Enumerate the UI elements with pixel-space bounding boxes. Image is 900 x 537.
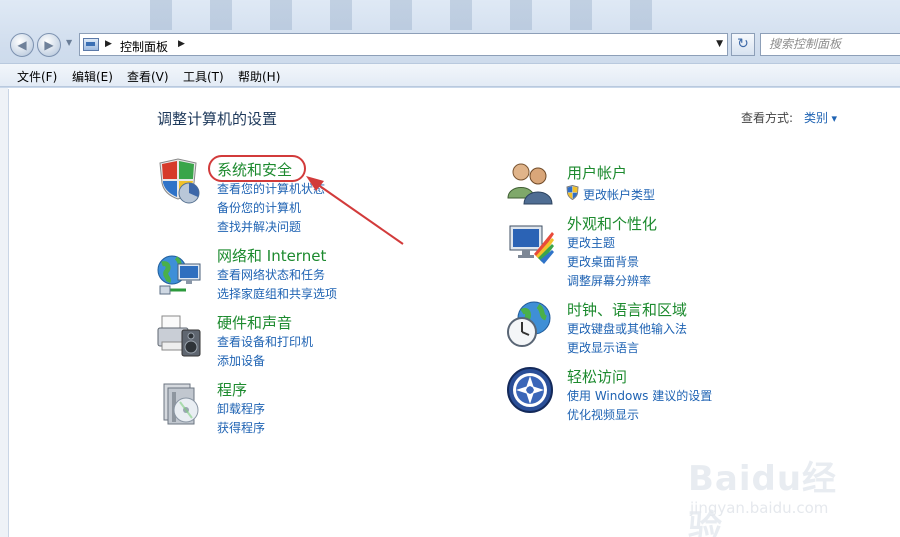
link-change-desktop-background[interactable]: 更改桌面背景 xyxy=(567,253,639,270)
category-clock-language-region[interactable]: 时钟、语言和区域 xyxy=(567,299,687,320)
category-user-accounts[interactable]: 用户帐户 xyxy=(567,162,627,183)
link-view-computer-status[interactable]: 查看您的计算机状态 xyxy=(217,180,325,197)
view-by-dropdown[interactable]: 类别 xyxy=(804,109,837,126)
menu-view[interactable]: 查看(V) xyxy=(127,68,169,85)
address-dropdown-icon[interactable]: ▼ xyxy=(716,39,723,49)
category-hardware-sound[interactable]: 硬件和声音 xyxy=(217,312,292,333)
category-appearance[interactable]: 外观和个性化 xyxy=(567,213,657,234)
link-change-theme[interactable]: 更改主题 xyxy=(567,234,615,251)
watermark-url: jingyan.baidu.com xyxy=(690,499,829,517)
refresh-icon[interactable]: ↻ xyxy=(731,33,755,56)
search-input[interactable]: 搜索控制面板 xyxy=(760,33,900,56)
link-uninstall-program[interactable]: 卸载程序 xyxy=(217,400,265,417)
link-optimize-video-display[interactable]: 优化视频显示 xyxy=(567,406,639,423)
breadcrumb-chevron-icon[interactable]: ▶ xyxy=(105,39,112,49)
network-globe-icon[interactable] xyxy=(156,250,204,298)
category-ease-of-access[interactable]: 轻松访问 xyxy=(567,366,627,387)
menu-bar: 文件(F) 编辑(E) 查看(V) 工具(T) 帮助(H) xyxy=(0,63,900,87)
breadcrumb-control-panel[interactable]: 控制面板 xyxy=(120,38,168,55)
forward-arrow-icon[interactable]: ▶ xyxy=(37,33,61,57)
link-windows-suggested-settings[interactable]: 使用 Windows 建议的设置 xyxy=(567,387,712,404)
link-backup-computer[interactable]: 备份您的计算机 xyxy=(217,199,301,216)
link-network-status[interactable]: 查看网络状态和任务 xyxy=(217,266,325,283)
view-by-label: 查看方式: xyxy=(741,111,794,125)
link-homegroup-sharing[interactable]: 选择家庭组和共享选项 xyxy=(217,285,337,302)
user-accounts-icon[interactable] xyxy=(506,158,554,206)
control-panel-icon xyxy=(83,38,99,51)
menu-edit[interactable]: 编辑(E) xyxy=(72,68,113,85)
left-pane-edge xyxy=(0,88,8,537)
category-network-internet[interactable]: 网络和 Internet xyxy=(217,245,326,266)
link-devices-printers[interactable]: 查看设备和打印机 xyxy=(217,333,313,350)
blurred-titlebar xyxy=(150,0,670,30)
programs-box-icon[interactable] xyxy=(156,380,204,428)
watermark-brand: Baidu经验 xyxy=(688,459,838,537)
address-bar[interactable]: ▶ 控制面板 ▶ ▼ xyxy=(79,33,728,56)
link-change-account-type[interactable]: 更改帐户类型 xyxy=(583,186,655,203)
window-chrome: ◀ ▶ ▼ ▶ 控制面板 ▶ ▼ ↻ 搜索控制面板 文件(F) 编辑(E) 查看… xyxy=(0,0,900,88)
link-troubleshoot[interactable]: 查找并解决问题 xyxy=(217,218,301,235)
menu-file[interactable]: 文件(F) xyxy=(17,68,57,85)
link-adjust-resolution[interactable]: 调整屏幕分辨率 xyxy=(567,272,651,289)
link-get-programs[interactable]: 获得程序 xyxy=(217,419,265,436)
menu-help[interactable]: 帮助(H) xyxy=(238,68,280,85)
page-title: 调整计算机的设置 xyxy=(157,110,278,128)
link-change-display-language[interactable]: 更改显示语言 xyxy=(567,339,639,356)
uac-shield-icon xyxy=(566,185,579,200)
category-system-security[interactable]: 系统和安全 xyxy=(217,159,292,180)
back-arrow-icon[interactable]: ◀ xyxy=(10,33,34,57)
link-add-device[interactable]: 添加设备 xyxy=(217,352,265,369)
category-programs[interactable]: 程序 xyxy=(217,379,247,400)
appearance-monitor-icon[interactable] xyxy=(508,218,556,266)
link-change-keyboard[interactable]: 更改键盘或其他输入法 xyxy=(567,320,687,337)
menu-tools[interactable]: 工具(T) xyxy=(183,68,224,85)
baidu-watermark: Baidu经验 jingyan.baidu.com xyxy=(688,437,858,537)
printer-speaker-icon[interactable] xyxy=(156,312,204,360)
clock-globe-icon[interactable] xyxy=(506,300,554,348)
breadcrumb-chevron-icon[interactable]: ▶ xyxy=(178,39,185,49)
recent-pages-chevron-down-icon[interactable]: ▼ xyxy=(66,38,72,47)
ease-of-access-icon[interactable] xyxy=(506,366,554,414)
shield-pie-icon[interactable] xyxy=(156,157,204,205)
